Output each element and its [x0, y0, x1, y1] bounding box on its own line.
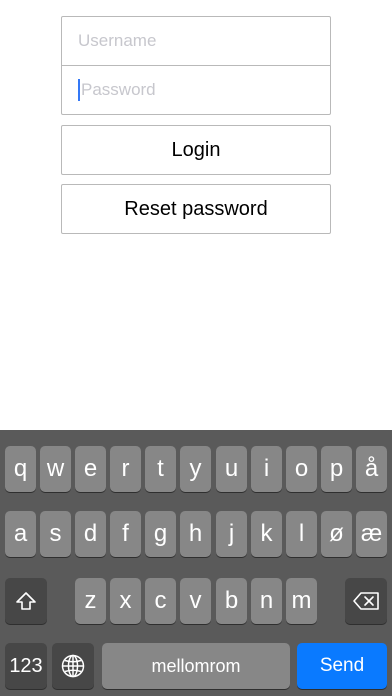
key-t[interactable]: t	[145, 446, 176, 492]
keyboard: q w e r t y u i o p å a s d f g h j k l …	[0, 430, 392, 696]
key-h[interactable]: h	[180, 511, 211, 557]
reset-password-button[interactable]: Reset password	[61, 184, 331, 234]
space-key[interactable]: mellomrom	[102, 643, 290, 689]
key-d[interactable]: d	[75, 511, 106, 557]
key-w[interactable]: w	[40, 446, 71, 492]
key-l[interactable]: l	[286, 511, 317, 557]
key-b[interactable]: b	[216, 578, 247, 624]
key-i[interactable]: i	[251, 446, 282, 492]
backspace-icon	[353, 592, 379, 610]
key-a[interactable]: a	[5, 511, 36, 557]
key-y[interactable]: y	[180, 446, 211, 492]
password-placeholder: Password	[81, 80, 156, 99]
key-e[interactable]: e	[75, 446, 106, 492]
login-screen: Username Password Login Reset password q…	[0, 0, 392, 696]
key-n[interactable]: n	[251, 578, 282, 624]
username-placeholder: Username	[78, 31, 157, 50]
key-a-ring[interactable]: å	[356, 446, 387, 492]
key-k[interactable]: k	[251, 511, 282, 557]
key-g[interactable]: g	[145, 511, 176, 557]
key-r[interactable]: r	[110, 446, 141, 492]
send-key[interactable]: Send	[297, 643, 387, 689]
username-field[interactable]: Username	[62, 17, 330, 66]
globe-icon	[61, 654, 85, 678]
text-cursor	[78, 79, 80, 101]
shift-key[interactable]	[5, 578, 47, 624]
key-q[interactable]: q	[5, 446, 36, 492]
key-p[interactable]: p	[321, 446, 352, 492]
key-s[interactable]: s	[40, 511, 71, 557]
key-v[interactable]: v	[180, 578, 211, 624]
key-c[interactable]: c	[145, 578, 176, 624]
key-f[interactable]: f	[110, 511, 141, 557]
key-m[interactable]: m	[286, 578, 317, 624]
key-z[interactable]: z	[75, 578, 106, 624]
shift-icon	[16, 592, 36, 610]
login-button[interactable]: Login	[61, 125, 331, 175]
globe-key[interactable]	[52, 643, 94, 689]
key-x[interactable]: x	[110, 578, 141, 624]
key-j[interactable]: j	[216, 511, 247, 557]
key-u[interactable]: u	[216, 446, 247, 492]
delete-key[interactable]	[345, 578, 387, 624]
password-field[interactable]: Password	[62, 66, 330, 114]
numbers-key[interactable]: 123	[5, 643, 47, 689]
login-fields: Username Password	[61, 16, 331, 115]
key-o-slash[interactable]: ø	[321, 511, 352, 557]
key-ae[interactable]: æ	[356, 511, 387, 557]
key-o[interactable]: o	[286, 446, 317, 492]
